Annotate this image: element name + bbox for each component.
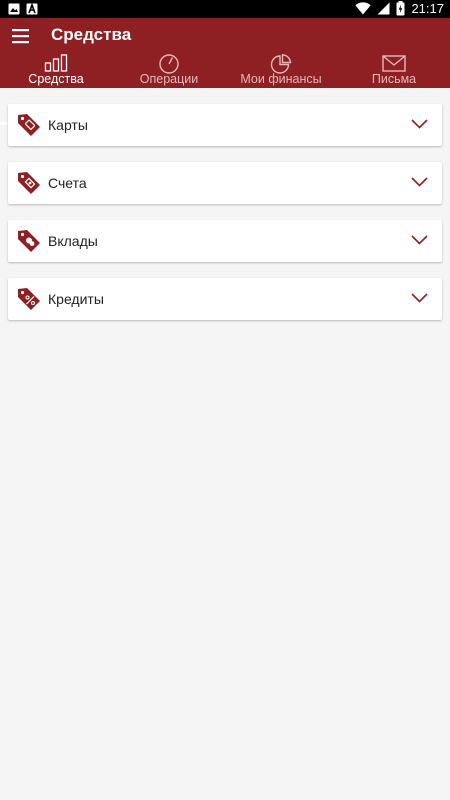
account-tag-icon <box>18 172 40 194</box>
system-status: 21:17 <box>355 1 444 16</box>
tab-label: Письма <box>371 72 417 86</box>
pie-chart-icon <box>270 54 292 74</box>
section-scheta[interactable]: Счета <box>8 162 442 204</box>
tab-label: Мои финансы <box>240 72 322 86</box>
wifi-icon <box>355 2 372 15</box>
section-karty[interactable]: Карты <box>8 104 442 146</box>
clock-icon <box>159 54 179 74</box>
tab-label: Операции <box>139 72 199 86</box>
section-label: Счета <box>48 175 87 191</box>
percent-tag-icon <box>18 288 40 310</box>
envelope-icon <box>382 55 406 72</box>
hamburger-menu-icon[interactable] <box>10 26 32 46</box>
chevron-down-icon <box>411 235 428 245</box>
section-label: Карты <box>48 117 88 133</box>
tab-operatsii[interactable]: Операции <box>113 54 225 88</box>
section-label: Кредиты <box>48 291 104 307</box>
status-bar: 21:17 <box>0 0 450 18</box>
image-notification-icon <box>8 3 20 15</box>
section-vklady[interactable]: Вклады <box>8 220 442 262</box>
battery-charging-icon <box>396 1 405 16</box>
deposit-tag-icon <box>18 230 40 252</box>
tab-bar: Средства Операции Мои финансы Письма <box>0 54 450 125</box>
app-bar: Средства Средства Операции Мои финансы П… <box>0 18 450 125</box>
tab-sredstva[interactable]: Средства <box>0 54 112 88</box>
tab-moi-finansy[interactable]: Мои финансы <box>225 54 337 88</box>
notification-icons <box>8 3 38 15</box>
font-notification-icon <box>26 3 38 15</box>
bar-chart-icon <box>44 54 68 72</box>
status-time: 21:17 <box>411 1 444 16</box>
page-title: Средства <box>51 25 132 44</box>
chevron-down-icon <box>411 293 428 303</box>
chevron-down-icon <box>411 119 428 129</box>
tab-label: Средства <box>28 72 84 86</box>
chevron-down-icon <box>411 177 428 187</box>
tab-pisma[interactable]: Письма <box>338 54 450 88</box>
signal-icon <box>377 2 390 15</box>
card-tag-icon <box>18 114 40 136</box>
section-label: Вклады <box>48 233 98 249</box>
section-kredity[interactable]: Кредиты <box>8 278 442 320</box>
